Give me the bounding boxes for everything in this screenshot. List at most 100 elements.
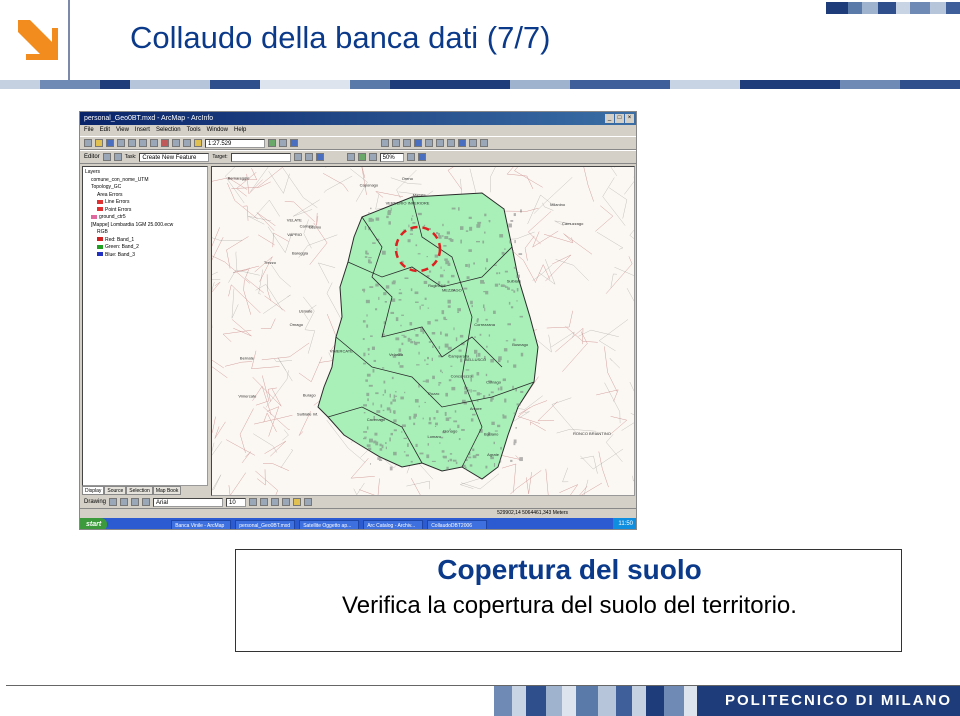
menu-selection[interactable]: Selection	[156, 125, 181, 136]
map-place-label: Donago	[443, 429, 458, 434]
built-up-block	[472, 390, 477, 392]
target-select[interactable]	[230, 152, 291, 162]
font-select[interactable]: Arial	[153, 497, 224, 507]
sketch-tool-icon[interactable]	[113, 153, 122, 161]
map-canvas[interactable]: DonagoLomaro Usmate VELATE Bernareggio Vimer…	[212, 167, 635, 496]
edit-tool-icon[interactable]	[102, 153, 111, 161]
toc-layer-item[interactable]: Blue: Band_3	[85, 252, 205, 260]
taskbar-item[interactable]: CollaudoDBT2006	[427, 519, 488, 529]
rotate-icon[interactable]	[120, 498, 129, 506]
menu-help[interactable]: Help	[234, 125, 246, 136]
toc-layer-item[interactable]: comune_con_nome_UTM	[85, 177, 205, 185]
map-view[interactable]: Donago Lomaro Usmate VELATE Bernareggio Vimer…	[211, 166, 635, 496]
toc-layer-item[interactable]: [Mappe] Lombardia 1GM 25.000.ecw	[85, 222, 205, 230]
built-up-block	[513, 364, 517, 368]
text-icon[interactable]	[142, 498, 151, 506]
toc-layer-item[interactable]: Point Errors	[85, 207, 205, 215]
tab-selection[interactable]: Selection	[126, 486, 153, 495]
font-color-icon[interactable]	[282, 498, 291, 506]
task-select[interactable]: Create New Feature	[139, 152, 210, 162]
cut-icon[interactable]	[128, 139, 136, 147]
menu-edit[interactable]: Edit	[100, 125, 110, 136]
forward-icon[interactable]	[436, 139, 444, 147]
full-extent-icon[interactable]	[414, 139, 422, 147]
toc-layer-item[interactable]: Green: Band_2	[85, 244, 205, 252]
toc-layer-item[interactable]: ground_ctr5	[85, 214, 205, 222]
validate-icon[interactable]	[304, 153, 313, 161]
toc-layer-item[interactable]: Layers	[85, 169, 205, 177]
windows-taskbar: start Banca Vinile - ArcMap personal_Geo…	[80, 518, 636, 529]
map-place-label: MEZZAGO	[442, 288, 462, 293]
close-button[interactable]: ×	[625, 114, 634, 123]
new-icon[interactable]	[84, 139, 92, 147]
header-stripes	[826, 2, 960, 14]
built-up-block	[389, 409, 392, 413]
select-elements-icon[interactable]	[109, 498, 118, 506]
undo-icon[interactable]	[172, 139, 180, 147]
built-up-block	[438, 382, 442, 384]
add-data-icon[interactable]	[194, 139, 202, 147]
toc-layer-item[interactable]: RGB	[85, 229, 205, 237]
layout-icon[interactable]	[346, 153, 355, 161]
print-icon[interactable]	[117, 139, 125, 147]
find-icon[interactable]	[469, 139, 477, 147]
topology-icon[interactable]	[293, 153, 302, 161]
line-color-icon[interactable]	[304, 498, 313, 506]
taskbar-item[interactable]: personal_Geo0BT.mxd	[235, 519, 296, 529]
editor-menu[interactable]: Editor	[84, 154, 100, 160]
redo-icon[interactable]	[183, 139, 191, 147]
identify-icon[interactable]	[458, 139, 466, 147]
tab-display[interactable]: Display	[82, 486, 105, 495]
save-icon[interactable]	[106, 139, 114, 147]
start-button[interactable]: start	[80, 518, 108, 529]
toc-layer-item[interactable]: Area Errors	[85, 192, 205, 200]
built-up-block	[401, 424, 406, 427]
copy-icon[interactable]	[139, 139, 147, 147]
underline-icon[interactable]	[271, 498, 280, 506]
maximize-button[interactable]: □	[615, 114, 624, 123]
pan-icon[interactable]	[403, 139, 411, 147]
menu-window[interactable]: Window	[207, 125, 228, 136]
tab-map-book[interactable]: Map Book	[152, 486, 182, 495]
refresh-icon[interactable]	[406, 153, 415, 161]
zoom-select[interactable]: 50%	[379, 152, 404, 162]
select-icon[interactable]	[447, 139, 455, 147]
taskbar-item[interactable]: Banca Vinile - ArcMap	[171, 519, 232, 529]
menu-tools[interactable]: Tools	[187, 125, 201, 136]
scale-input[interactable]: 1:27.529	[205, 138, 265, 148]
catalog-icon[interactable]	[279, 139, 287, 147]
rectangle-icon[interactable]	[131, 498, 140, 506]
help-icon[interactable]	[290, 139, 298, 147]
built-up-block	[371, 218, 374, 222]
toc-layer-item[interactable]: Red: Band_1	[85, 237, 205, 245]
toc-layer-item[interactable]: Topology_GC	[85, 184, 205, 192]
editor-toolbar-icon[interactable]	[268, 139, 276, 147]
bold-icon[interactable]	[249, 498, 258, 506]
measure-icon[interactable]	[480, 139, 488, 147]
built-up-block	[443, 316, 446, 320]
georef-icon[interactable]	[357, 153, 366, 161]
built-up-block	[476, 392, 480, 396]
menu-file[interactable]: File	[84, 125, 94, 136]
menu-view[interactable]: View	[116, 125, 129, 136]
taskbar-item[interactable]: Satellite Oggetto ap...	[299, 519, 360, 529]
built-up-block	[366, 392, 370, 397]
back-icon[interactable]	[425, 139, 433, 147]
zoom-in-icon[interactable]	[381, 139, 389, 147]
italic-icon[interactable]	[260, 498, 269, 506]
minimize-button[interactable]: _	[605, 114, 614, 123]
menu-insert[interactable]: Insert	[135, 125, 150, 136]
fill-color-icon[interactable]	[293, 498, 302, 506]
page-icon[interactable]	[417, 153, 426, 161]
tab-source[interactable]: Source	[104, 486, 127, 495]
paste-icon[interactable]	[150, 139, 158, 147]
toc-layer-item[interactable]: Line Errors	[85, 199, 205, 207]
table-icon[interactable]	[368, 153, 377, 161]
delete-icon[interactable]	[161, 139, 169, 147]
zoom-out-icon[interactable]	[392, 139, 400, 147]
font-size-select[interactable]: 10	[226, 497, 247, 507]
error-inspector-icon[interactable]	[315, 153, 324, 161]
drawing-menu[interactable]: Drawing	[84, 499, 106, 505]
open-icon[interactable]	[95, 139, 103, 147]
taskbar-item[interactable]: Arc Catalog - Archiv...	[363, 519, 424, 529]
